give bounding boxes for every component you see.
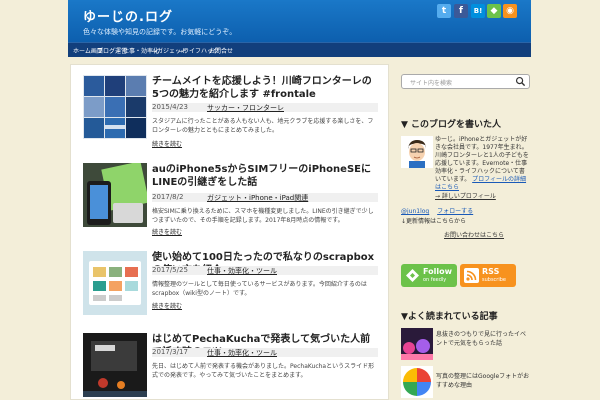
feedly-sub-label: on feedly bbox=[423, 277, 447, 283]
popular-widget-title: ▼よく読まれている記事 bbox=[401, 312, 498, 322]
search-placeholder: サイト内を検索 bbox=[410, 80, 453, 87]
post-date: 2017/8/2 bbox=[152, 193, 184, 201]
post-excerpt: 情報整理のツールとして毎日使っているサービスがあります。今回紹介するのはscra… bbox=[152, 281, 367, 297]
update-note-text: ↓更新情報はこちらから bbox=[401, 218, 467, 225]
post-meta: 2017/5/25 仕事・効率化・ツール bbox=[152, 266, 378, 275]
avatar bbox=[401, 136, 433, 168]
twitter-handle[interactable]: @jun1log bbox=[401, 208, 429, 215]
read-more-link[interactable]: 続きを読む bbox=[152, 301, 182, 310]
post-excerpt: スタジアムに行ったことがある人もない人も、地元クラブを応援する楽しさを、フロンタ… bbox=[152, 118, 374, 134]
post-thumbnail[interactable] bbox=[83, 75, 147, 139]
feedly-icon[interactable]: ◆ bbox=[487, 4, 501, 18]
site-header: ゆーじの.ログ 色々な体験や知見の記録です。お気軽にどうぞ。 t f B! ◆ … bbox=[68, 0, 531, 42]
rss-icon[interactable]: ◉ bbox=[503, 4, 517, 18]
profile-widget-title: ▼ このブログを書いた人 bbox=[401, 120, 502, 130]
feedly-follow-label: Follow bbox=[423, 267, 453, 276]
rss-subscribe-button[interactable]: RSS subscribe bbox=[460, 264, 516, 287]
post-meta: 2017/3/17 仕事・効率化・ツール bbox=[152, 348, 378, 357]
list-item: チームメイトを応援しよう！川崎フロンターレの5つの魅力を紹介します #front… bbox=[83, 75, 379, 153]
hatena-bookmark-icon[interactable]: B! bbox=[471, 4, 485, 18]
post-list: チームメイトを応援しよう！川崎フロンターレの5つの魅力を紹介します #front… bbox=[70, 64, 389, 400]
nav-item-contact[interactable]: お問合せ bbox=[209, 46, 233, 55]
update-note: ↓更新情報はこちらから bbox=[401, 216, 466, 225]
post-thumbnail[interactable] bbox=[83, 163, 147, 227]
post-thumbnail[interactable] bbox=[83, 333, 147, 397]
rss-logo-icon bbox=[464, 268, 479, 283]
twitter-follow: @jun1log フォローする bbox=[401, 206, 473, 215]
twitter-icon[interactable]: t bbox=[437, 4, 451, 18]
post-date: 2017/3/17 bbox=[152, 348, 188, 356]
post-category[interactable]: サッカー・フロンターレ bbox=[207, 103, 284, 113]
search-icon[interactable] bbox=[515, 76, 526, 87]
post-category[interactable]: 仕事・効率化・ツール bbox=[207, 266, 277, 276]
list-item: auのiPhone5sからSIMフリーのiPhoneSEにLINEの引継ぎをした… bbox=[83, 163, 379, 241]
list-item: 使い始めて100日たったので私なりのscrapboxの使い方を紹介 2017/5… bbox=[83, 251, 379, 323]
contact-link[interactable]: お問い合わせはこちら bbox=[444, 230, 504, 239]
profile-more-link[interactable]: → 詳しいプロフィール bbox=[435, 191, 496, 200]
post-date: 2017/5/25 bbox=[152, 266, 188, 274]
rss-sub-label: subscribe bbox=[482, 277, 506, 283]
popular-thumbnail[interactable] bbox=[401, 366, 433, 398]
rss-label: RSS bbox=[482, 267, 500, 276]
post-meta: 2017/8/2 ガジェット・iPhone・iPad関連 bbox=[152, 193, 378, 202]
popular-post-title[interactable]: 息抜きのつもりで見に行ったイベントで元気をもらった話 bbox=[436, 330, 530, 348]
post-title[interactable]: auのiPhone5sからSIMフリーのiPhoneSEにLINEの引継ぎをした… bbox=[152, 163, 378, 189]
post-meta: 2015/4/23 サッカー・フロンターレ bbox=[152, 103, 378, 112]
post-excerpt: 先日、はじめて人前で発表する機会がありました。PechaKuchaというスライド… bbox=[152, 363, 375, 379]
post-category[interactable]: 仕事・効率化・ツール bbox=[207, 348, 277, 358]
post-thumbnail[interactable] bbox=[83, 251, 147, 315]
post-excerpt: 格安SIMに乗り換えるために、スマホを機種変更しました。LINEの引き継ぎで少し… bbox=[152, 208, 374, 224]
site-title[interactable]: ゆーじの.ログ bbox=[83, 6, 173, 25]
popular-thumbnail[interactable] bbox=[401, 328, 433, 360]
global-nav: ホーム画面 ブログ運営 仕事・効率化 →ガジェット →ライフハック お問合せ bbox=[68, 42, 531, 57]
read-more-link[interactable]: 続きを読む bbox=[152, 139, 182, 148]
search-input[interactable]: サイト内を検索 bbox=[401, 74, 530, 89]
facebook-icon[interactable]: f bbox=[454, 4, 468, 18]
read-more-link[interactable]: 続きを読む bbox=[152, 227, 182, 236]
site-description: 色々な体験や知見の記録です。お気軽にどうぞ。 bbox=[83, 28, 237, 36]
feedly-logo-icon bbox=[406, 269, 419, 282]
popular-post-title[interactable]: 写真の整理にはGoogleフォトがおすすめな理由 bbox=[436, 372, 530, 390]
post-date: 2015/4/23 bbox=[152, 103, 188, 111]
post-title[interactable]: チームメイトを応援しよう！川崎フロンターレの5つの魅力を紹介します #front… bbox=[152, 75, 378, 101]
post-category[interactable]: ガジェット・iPhone・iPad関連 bbox=[207, 193, 308, 203]
profile-text: ゆーじ。iPhoneとガジェットが好きな会社員です。1977年生まれ。川崎フロン… bbox=[435, 136, 530, 192]
list-item: はじめてPechaKuchaで発表して気づいた人前で話す時のコツ 2017/3/… bbox=[83, 333, 379, 400]
follow-button[interactable]: フォローする bbox=[437, 208, 473, 215]
follow-feedly-button[interactable]: Follow on feedly bbox=[401, 264, 457, 287]
